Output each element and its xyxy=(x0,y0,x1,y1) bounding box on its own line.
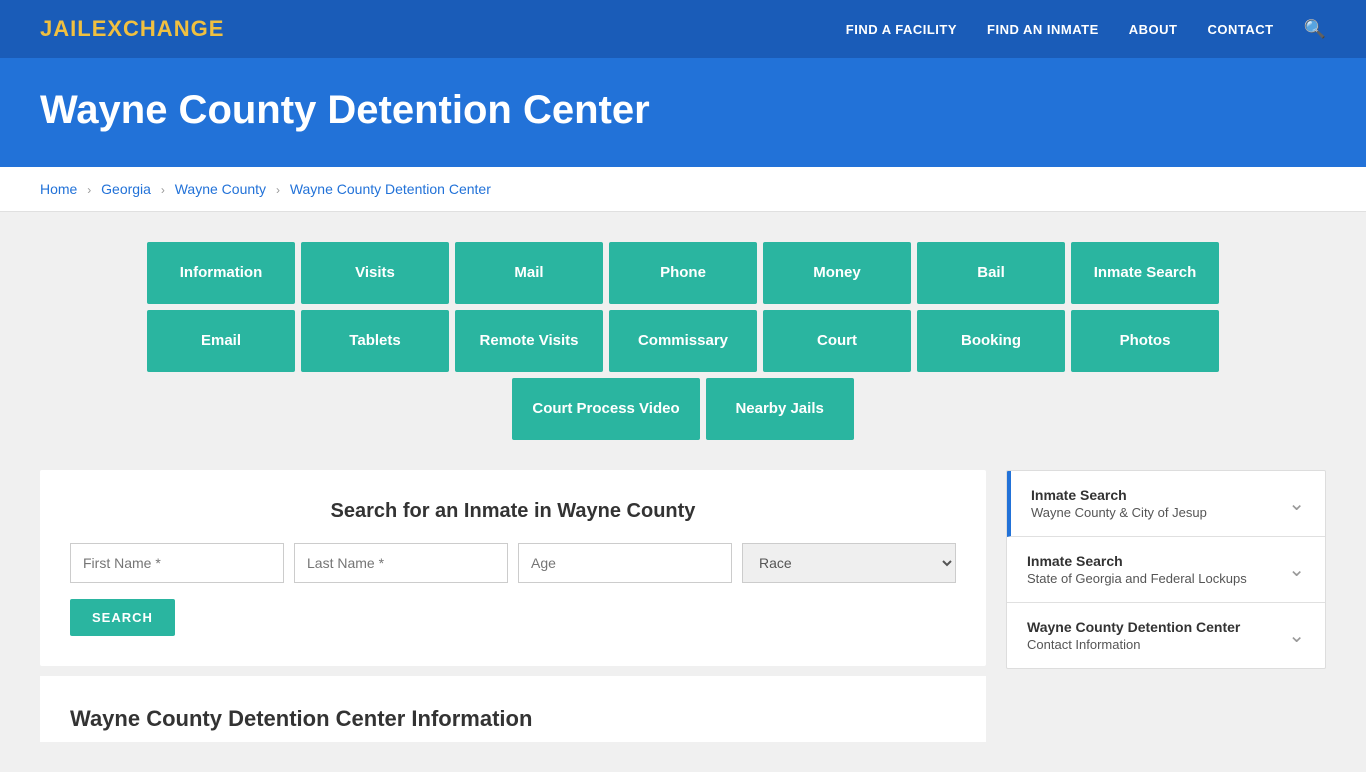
btn-remote-visits[interactable]: Remote Visits xyxy=(455,310,603,372)
sidebar-item-title-3: Wayne County Detention Center xyxy=(1027,619,1240,635)
two-column-layout: Search for an Inmate in Wayne County Rac… xyxy=(40,470,1326,742)
sidebar-item-sub-3: Contact Information xyxy=(1027,637,1240,652)
btn-nearby-jails[interactable]: Nearby Jails xyxy=(706,378,854,440)
btn-bail[interactable]: Bail xyxy=(917,242,1065,304)
breadcrumb-georgia[interactable]: Georgia xyxy=(101,181,151,197)
breadcrumb-sep-2: › xyxy=(161,183,165,197)
breadcrumb-wayne-county[interactable]: Wayne County xyxy=(175,181,266,197)
btn-court[interactable]: Court xyxy=(763,310,911,372)
logo-jail: JAIL xyxy=(40,16,92,41)
btn-tablets[interactable]: Tablets xyxy=(301,310,449,372)
last-name-input[interactable] xyxy=(294,543,508,583)
page-title: Wayne County Detention Center xyxy=(40,88,1326,133)
btn-email[interactable]: Email xyxy=(147,310,295,372)
race-select[interactable]: Race White Black Hispanic Asian Other xyxy=(742,543,956,583)
btn-photos[interactable]: Photos xyxy=(1071,310,1219,372)
breadcrumb-sep-1: › xyxy=(87,183,91,197)
inmate-search-box: Search for an Inmate in Wayne County Rac… xyxy=(40,470,986,666)
nav-find-inmate[interactable]: FIND AN INMATE xyxy=(987,22,1099,37)
button-row-1: Information Visits Mail Phone Money Bail… xyxy=(147,242,1219,304)
main-content: Information Visits Mail Phone Money Bail… xyxy=(0,212,1366,772)
sidebar-inmate-search-wayne[interactable]: Inmate Search Wayne County & City of Jes… xyxy=(1007,471,1325,537)
sidebar-contact-info[interactable]: Wayne County Detention Center Contact In… xyxy=(1007,603,1325,668)
breadcrumb: Home › Georgia › Wayne County › Wayne Co… xyxy=(0,167,1366,212)
chevron-down-icon-3: ⌄ xyxy=(1288,623,1305,648)
first-name-input[interactable] xyxy=(70,543,284,583)
sidebar-item-sub-1: Wayne County & City of Jesup xyxy=(1031,505,1207,520)
navbar: JAILEXCHANGE FIND A FACILITY FIND AN INM… xyxy=(0,0,1366,58)
breadcrumb-sep-3: › xyxy=(276,183,280,197)
nav-links: FIND A FACILITY FIND AN INMATE ABOUT CON… xyxy=(846,19,1326,40)
btn-mail[interactable]: Mail xyxy=(455,242,603,304)
btn-money[interactable]: Money xyxy=(763,242,911,304)
sidebar-item-title-2: Inmate Search xyxy=(1027,553,1247,569)
age-input[interactable] xyxy=(518,543,732,583)
btn-information[interactable]: Information xyxy=(147,242,295,304)
button-grid: Information Visits Mail Phone Money Bail… xyxy=(40,242,1326,440)
chevron-down-icon-2: ⌄ xyxy=(1288,557,1305,582)
nav-contact[interactable]: CONTACT xyxy=(1207,22,1273,37)
section-heading: Wayne County Detention Center Informatio… xyxy=(70,706,956,732)
logo-exchange: EXCHANGE xyxy=(92,16,225,41)
nav-about[interactable]: ABOUT xyxy=(1129,22,1178,37)
search-icon[interactable]: 🔍 xyxy=(1304,19,1326,40)
btn-phone[interactable]: Phone xyxy=(609,242,757,304)
btn-visits[interactable]: Visits xyxy=(301,242,449,304)
breadcrumb-home[interactable]: Home xyxy=(40,181,77,197)
search-button[interactable]: SEARCH xyxy=(70,599,175,636)
sidebar-inmate-search-georgia[interactable]: Inmate Search State of Georgia and Feder… xyxy=(1007,537,1325,603)
sidebar-item-sub-2: State of Georgia and Federal Lockups xyxy=(1027,571,1247,586)
breadcrumb-current: Wayne County Detention Center xyxy=(290,181,491,197)
search-title: Search for an Inmate in Wayne County xyxy=(70,500,956,523)
button-row-3: Court Process Video Nearby Jails xyxy=(512,378,853,440)
search-fields: Race White Black Hispanic Asian Other xyxy=(70,543,956,583)
btn-court-process-video[interactable]: Court Process Video xyxy=(512,378,699,440)
button-row-2: Email Tablets Remote Visits Commissary C… xyxy=(147,310,1219,372)
sidebar-item-title-1: Inmate Search xyxy=(1031,487,1207,503)
hero-section: Wayne County Detention Center xyxy=(0,58,1366,167)
btn-booking[interactable]: Booking xyxy=(917,310,1065,372)
site-logo[interactable]: JAILEXCHANGE xyxy=(40,16,224,42)
sidebar: Inmate Search Wayne County & City of Jes… xyxy=(1006,470,1326,669)
chevron-down-icon-1: ⌄ xyxy=(1288,491,1305,516)
btn-commissary[interactable]: Commissary xyxy=(609,310,757,372)
btn-inmate-search[interactable]: Inmate Search xyxy=(1071,242,1219,304)
nav-find-facility[interactable]: FIND A FACILITY xyxy=(846,22,957,37)
